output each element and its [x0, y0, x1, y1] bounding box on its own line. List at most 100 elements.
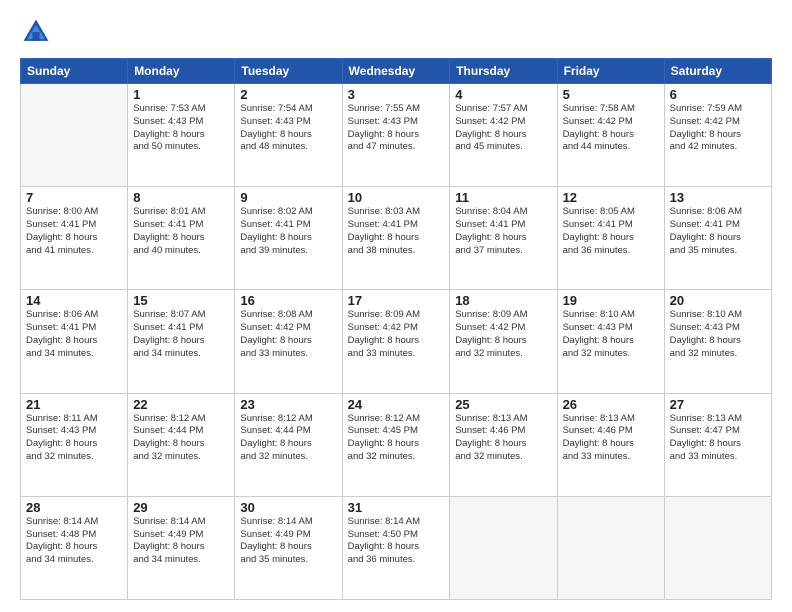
day-number: 21: [26, 397, 122, 412]
calendar-cell: 23Sunrise: 8:12 AM Sunset: 4:44 PM Dayli…: [235, 393, 342, 496]
day-number: 28: [26, 500, 122, 515]
day-info: Sunrise: 8:12 AM Sunset: 4:44 PM Dayligh…: [133, 413, 229, 464]
calendar-cell: 28Sunrise: 8:14 AM Sunset: 4:48 PM Dayli…: [21, 496, 128, 599]
col-header-thursday: Thursday: [450, 59, 557, 84]
day-number: 10: [348, 190, 445, 205]
day-info: Sunrise: 8:11 AM Sunset: 4:43 PM Dayligh…: [26, 413, 122, 464]
day-number: 2: [240, 87, 336, 102]
day-number: 11: [455, 190, 551, 205]
day-number: 1: [133, 87, 229, 102]
day-number: 12: [563, 190, 659, 205]
day-info: Sunrise: 8:12 AM Sunset: 4:45 PM Dayligh…: [348, 413, 445, 464]
day-number: 26: [563, 397, 659, 412]
day-number: 23: [240, 397, 336, 412]
day-info: Sunrise: 8:09 AM Sunset: 4:42 PM Dayligh…: [348, 309, 445, 360]
calendar-cell: 30Sunrise: 8:14 AM Sunset: 4:49 PM Dayli…: [235, 496, 342, 599]
calendar-cell: 26Sunrise: 8:13 AM Sunset: 4:46 PM Dayli…: [557, 393, 664, 496]
day-info: Sunrise: 8:02 AM Sunset: 4:41 PM Dayligh…: [240, 206, 336, 257]
week-row-2: 14Sunrise: 8:06 AM Sunset: 4:41 PM Dayli…: [21, 290, 772, 393]
day-info: Sunrise: 8:14 AM Sunset: 4:49 PM Dayligh…: [240, 516, 336, 567]
calendar-cell: 15Sunrise: 8:07 AM Sunset: 4:41 PM Dayli…: [128, 290, 235, 393]
week-row-1: 7Sunrise: 8:00 AM Sunset: 4:41 PM Daylig…: [21, 187, 772, 290]
calendar-cell: [557, 496, 664, 599]
day-number: 20: [670, 293, 766, 308]
day-info: Sunrise: 7:57 AM Sunset: 4:42 PM Dayligh…: [455, 103, 551, 154]
day-info: Sunrise: 8:04 AM Sunset: 4:41 PM Dayligh…: [455, 206, 551, 257]
calendar-cell: 13Sunrise: 8:06 AM Sunset: 4:41 PM Dayli…: [664, 187, 771, 290]
logo-icon: [20, 16, 52, 48]
day-number: 4: [455, 87, 551, 102]
calendar-header-row: SundayMondayTuesdayWednesdayThursdayFrid…: [21, 59, 772, 84]
calendar-cell: [21, 84, 128, 187]
calendar-table: SundayMondayTuesdayWednesdayThursdayFrid…: [20, 58, 772, 600]
day-info: Sunrise: 8:00 AM Sunset: 4:41 PM Dayligh…: [26, 206, 122, 257]
day-info: Sunrise: 7:59 AM Sunset: 4:42 PM Dayligh…: [670, 103, 766, 154]
day-info: Sunrise: 8:01 AM Sunset: 4:41 PM Dayligh…: [133, 206, 229, 257]
day-info: Sunrise: 8:05 AM Sunset: 4:41 PM Dayligh…: [563, 206, 659, 257]
calendar-cell: 5Sunrise: 7:58 AM Sunset: 4:42 PM Daylig…: [557, 84, 664, 187]
day-number: 7: [26, 190, 122, 205]
col-header-friday: Friday: [557, 59, 664, 84]
calendar-cell: 17Sunrise: 8:09 AM Sunset: 4:42 PM Dayli…: [342, 290, 450, 393]
day-info: Sunrise: 8:03 AM Sunset: 4:41 PM Dayligh…: [348, 206, 445, 257]
week-row-0: 1Sunrise: 7:53 AM Sunset: 4:43 PM Daylig…: [21, 84, 772, 187]
day-number: 29: [133, 500, 229, 515]
day-number: 22: [133, 397, 229, 412]
day-info: Sunrise: 8:13 AM Sunset: 4:46 PM Dayligh…: [563, 413, 659, 464]
calendar-cell: 27Sunrise: 8:13 AM Sunset: 4:47 PM Dayli…: [664, 393, 771, 496]
calendar-cell: 19Sunrise: 8:10 AM Sunset: 4:43 PM Dayli…: [557, 290, 664, 393]
calendar-cell: 12Sunrise: 8:05 AM Sunset: 4:41 PM Dayli…: [557, 187, 664, 290]
day-info: Sunrise: 8:14 AM Sunset: 4:50 PM Dayligh…: [348, 516, 445, 567]
day-number: 13: [670, 190, 766, 205]
calendar-cell: 22Sunrise: 8:12 AM Sunset: 4:44 PM Dayli…: [128, 393, 235, 496]
day-info: Sunrise: 8:13 AM Sunset: 4:47 PM Dayligh…: [670, 413, 766, 464]
week-row-3: 21Sunrise: 8:11 AM Sunset: 4:43 PM Dayli…: [21, 393, 772, 496]
calendar-cell: [450, 496, 557, 599]
day-info: Sunrise: 8:09 AM Sunset: 4:42 PM Dayligh…: [455, 309, 551, 360]
calendar-cell: 20Sunrise: 8:10 AM Sunset: 4:43 PM Dayli…: [664, 290, 771, 393]
day-info: Sunrise: 7:58 AM Sunset: 4:42 PM Dayligh…: [563, 103, 659, 154]
day-number: 19: [563, 293, 659, 308]
calendar-cell: 6Sunrise: 7:59 AM Sunset: 4:42 PM Daylig…: [664, 84, 771, 187]
calendar-cell: [664, 496, 771, 599]
col-header-sunday: Sunday: [21, 59, 128, 84]
day-info: Sunrise: 8:10 AM Sunset: 4:43 PM Dayligh…: [563, 309, 659, 360]
day-number: 6: [670, 87, 766, 102]
day-info: Sunrise: 7:54 AM Sunset: 4:43 PM Dayligh…: [240, 103, 336, 154]
calendar-cell: 11Sunrise: 8:04 AM Sunset: 4:41 PM Dayli…: [450, 187, 557, 290]
day-info: Sunrise: 8:10 AM Sunset: 4:43 PM Dayligh…: [670, 309, 766, 360]
day-number: 25: [455, 397, 551, 412]
calendar-cell: 8Sunrise: 8:01 AM Sunset: 4:41 PM Daylig…: [128, 187, 235, 290]
day-info: Sunrise: 8:06 AM Sunset: 4:41 PM Dayligh…: [670, 206, 766, 257]
calendar-cell: 14Sunrise: 8:06 AM Sunset: 4:41 PM Dayli…: [21, 290, 128, 393]
calendar-cell: 4Sunrise: 7:57 AM Sunset: 4:42 PM Daylig…: [450, 84, 557, 187]
day-number: 14: [26, 293, 122, 308]
day-number: 16: [240, 293, 336, 308]
day-info: Sunrise: 7:55 AM Sunset: 4:43 PM Dayligh…: [348, 103, 445, 154]
day-info: Sunrise: 7:53 AM Sunset: 4:43 PM Dayligh…: [133, 103, 229, 154]
day-info: Sunrise: 8:12 AM Sunset: 4:44 PM Dayligh…: [240, 413, 336, 464]
col-header-tuesday: Tuesday: [235, 59, 342, 84]
calendar-cell: 10Sunrise: 8:03 AM Sunset: 4:41 PM Dayli…: [342, 187, 450, 290]
day-number: 8: [133, 190, 229, 205]
calendar-cell: 1Sunrise: 7:53 AM Sunset: 4:43 PM Daylig…: [128, 84, 235, 187]
col-header-monday: Monday: [128, 59, 235, 84]
calendar-cell: 21Sunrise: 8:11 AM Sunset: 4:43 PM Dayli…: [21, 393, 128, 496]
calendar-cell: 31Sunrise: 8:14 AM Sunset: 4:50 PM Dayli…: [342, 496, 450, 599]
calendar-cell: 3Sunrise: 7:55 AM Sunset: 4:43 PM Daylig…: [342, 84, 450, 187]
day-number: 17: [348, 293, 445, 308]
week-row-4: 28Sunrise: 8:14 AM Sunset: 4:48 PM Dayli…: [21, 496, 772, 599]
day-info: Sunrise: 8:06 AM Sunset: 4:41 PM Dayligh…: [26, 309, 122, 360]
day-number: 27: [670, 397, 766, 412]
logo: [20, 16, 56, 48]
day-number: 3: [348, 87, 445, 102]
day-number: 30: [240, 500, 336, 515]
calendar-cell: 2Sunrise: 7:54 AM Sunset: 4:43 PM Daylig…: [235, 84, 342, 187]
day-info: Sunrise: 8:14 AM Sunset: 4:48 PM Dayligh…: [26, 516, 122, 567]
day-number: 18: [455, 293, 551, 308]
day-number: 5: [563, 87, 659, 102]
day-number: 9: [240, 190, 336, 205]
calendar-cell: 29Sunrise: 8:14 AM Sunset: 4:49 PM Dayli…: [128, 496, 235, 599]
calendar-cell: 16Sunrise: 8:08 AM Sunset: 4:42 PM Dayli…: [235, 290, 342, 393]
header: [20, 16, 772, 48]
